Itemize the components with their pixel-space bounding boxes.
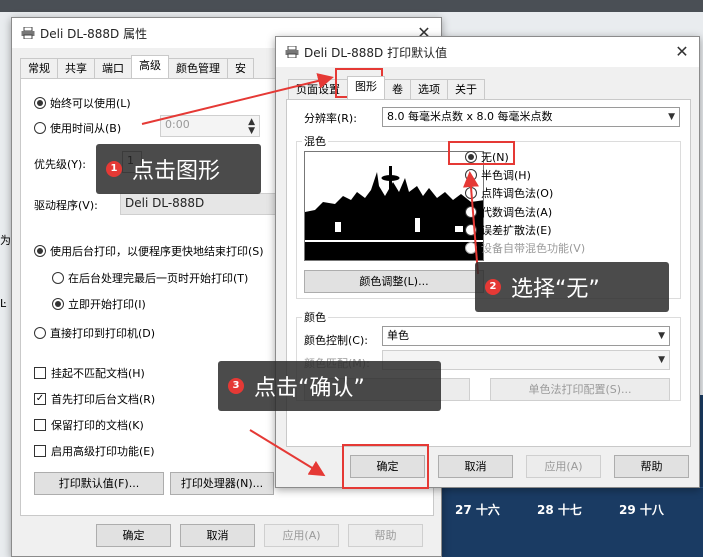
arrow-to-none-option xyxy=(462,171,479,275)
highlight-ok-button xyxy=(342,444,429,489)
tab-advanced[interactable]: 高级 xyxy=(131,55,169,78)
tab-graphics[interactable]: 图形 xyxy=(347,76,385,99)
step-number: 2 xyxy=(485,279,501,295)
step-text: 点击“确认” xyxy=(254,376,365,401)
arrow-to-graphics-tab xyxy=(141,73,334,125)
step-text: 选择“无” xyxy=(511,277,600,302)
step2-callout: 2 选择“无” xyxy=(475,262,669,312)
step-text: 点击图形 xyxy=(132,159,221,184)
step1-callout: 1 点击图形 xyxy=(96,144,261,194)
step-number: 1 xyxy=(106,161,122,177)
arrow-to-ok-button xyxy=(249,429,326,477)
step3-callout: 3 点击“确认” xyxy=(218,361,441,411)
highlight-none-option xyxy=(448,141,515,165)
step-number: 3 xyxy=(228,378,244,394)
